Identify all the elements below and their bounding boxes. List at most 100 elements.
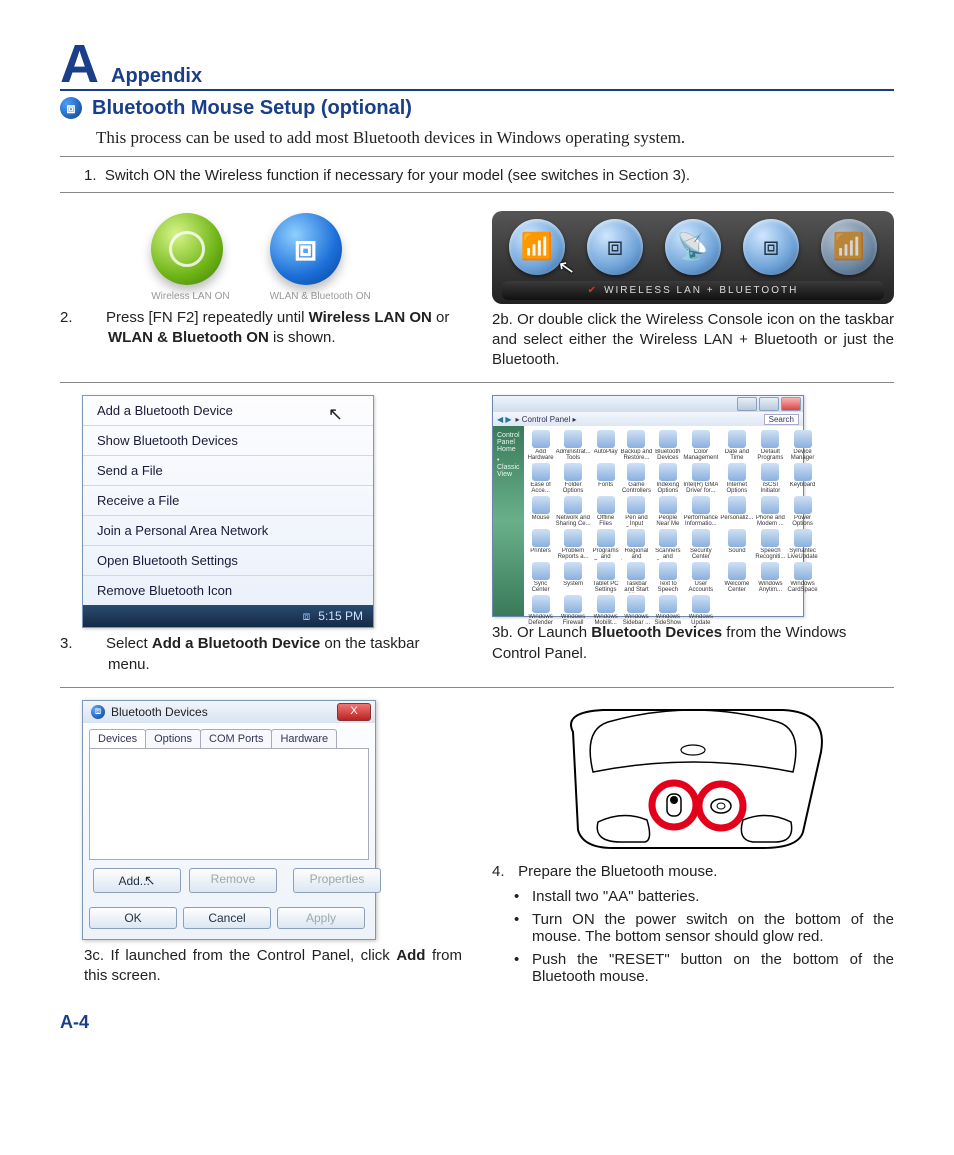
- cp-item[interactable]: Welcome Center: [720, 562, 753, 593]
- cp-item[interactable]: Administrat... Tools: [556, 430, 591, 461]
- cp-side-home[interactable]: Control Panel Home: [497, 432, 520, 453]
- wlan-bt-on-label: WLAN & Bluetooth ON: [270, 291, 371, 302]
- menu-item[interactable]: Remove Bluetooth Icon: [83, 575, 373, 605]
- cp-item[interactable]: Personaliz...: [720, 496, 753, 527]
- cp-item[interactable]: Taskbar and Start Menu: [621, 562, 653, 593]
- console-antenna-icon[interactable]: 📡: [665, 219, 721, 275]
- cp-item[interactable]: System: [556, 562, 591, 593]
- cp-item[interactable]: Windows CardSpace: [787, 562, 817, 593]
- console-wlan-bt-icon[interactable]: ⧈: [587, 219, 643, 275]
- header: A Appendix: [60, 40, 894, 91]
- ok-button[interactable]: OK: [89, 907, 177, 929]
- step-3c: 3c. If launched from the Control Panel, …: [84, 946, 462, 987]
- cp-item[interactable]: Device Manager: [787, 430, 817, 461]
- close-button[interactable]: X: [337, 703, 371, 721]
- cp-item[interactable]: Offline Files: [593, 496, 619, 527]
- console-wlan-icon[interactable]: 📶: [509, 219, 565, 275]
- step-3-num: 3.: [84, 634, 106, 654]
- cp-item[interactable]: AutoPlay: [593, 430, 619, 461]
- cancel-button[interactable]: Cancel: [183, 907, 271, 929]
- console-bt-icon[interactable]: ⧈: [743, 219, 799, 275]
- step-1-num: 1.: [84, 167, 97, 184]
- cp-item[interactable]: Windows Sidebar ...: [621, 595, 653, 626]
- cp-item[interactable]: Sound: [720, 529, 753, 560]
- menu-item[interactable]: Join a Personal Area Network: [83, 515, 373, 545]
- cp-item[interactable]: Speech Recogniti...: [755, 529, 785, 560]
- cp-breadcrumb[interactable]: ▸ Control Panel ▸: [516, 415, 577, 424]
- cp-item[interactable]: Printers: [528, 529, 554, 560]
- menu-item[interactable]: Show Bluetooth Devices: [83, 425, 373, 455]
- cp-item[interactable]: Bluetooth Devices: [654, 430, 681, 461]
- cp-item[interactable]: Game Controllers: [621, 463, 653, 494]
- step-4-num: 4.: [492, 862, 514, 882]
- cp-item[interactable]: Ease of Acce...: [528, 463, 554, 494]
- cp-item[interactable]: Windows SideShow: [654, 595, 681, 626]
- cp-item[interactable]: People Near Me: [654, 496, 681, 527]
- cp-item[interactable]: Color Management: [683, 430, 718, 461]
- bluetooth-devices-dialog: ⧈ Bluetooth Devices X DevicesOptionsCOM …: [82, 700, 376, 940]
- step-4-bullets: Install two "AA" batteries.Turn ON the p…: [514, 888, 894, 985]
- apply-button[interactable]: Apply: [277, 907, 365, 929]
- cp-item[interactable]: Phone and Modem ...: [755, 496, 785, 527]
- console-off-icon[interactable]: 📶: [821, 219, 877, 275]
- menu-item[interactable]: Send a File: [83, 455, 373, 485]
- step-2b: 2b. Or double click the Wireless Console…: [492, 310, 894, 371]
- step-2b-num: 2b.: [492, 311, 513, 328]
- menu-item[interactable]: Receive a File: [83, 485, 373, 515]
- remove-button[interactable]: Remove: [189, 868, 277, 893]
- cp-item[interactable]: Problem Reports a...: [556, 529, 591, 560]
- cp-item[interactable]: Mouse: [528, 496, 554, 527]
- cp-item[interactable]: Programs and Features: [593, 529, 619, 560]
- bluetooth-taskbar-menu: ↖ Add a Bluetooth DeviceShow Bluetooth D…: [82, 395, 374, 628]
- cp-search[interactable]: Search: [764, 414, 799, 425]
- cp-item[interactable]: Windows Update: [683, 595, 718, 626]
- cp-item[interactable]: Scanners and Cameras: [654, 529, 681, 560]
- dialog-tab[interactable]: Options: [145, 729, 201, 748]
- dialog-title: Bluetooth Devices: [111, 705, 208, 719]
- cp-item[interactable]: Add Hardware: [528, 430, 554, 461]
- cp-item[interactable]: Keyboard: [787, 463, 817, 494]
- cp-item[interactable]: Internet Options: [720, 463, 753, 494]
- menu-item[interactable]: Open Bluetooth Settings: [83, 545, 373, 575]
- min-button[interactable]: [737, 397, 757, 411]
- cp-item[interactable]: Performance Informatio...: [683, 496, 718, 527]
- cp-item[interactable]: Windows Anytim...: [755, 562, 785, 593]
- cp-item[interactable]: Folder Options: [556, 463, 591, 494]
- cp-item[interactable]: Windows Firewall: [556, 595, 591, 626]
- cp-item[interactable]: Default Programs: [755, 430, 785, 461]
- dialog-tab[interactable]: Devices: [89, 729, 146, 748]
- cp-item[interactable]: Sync Center: [528, 562, 554, 593]
- close-button[interactable]: [781, 397, 801, 411]
- cp-item[interactable]: Security Center: [683, 529, 718, 560]
- cp-item[interactable]: Pen and Input Devices: [621, 496, 653, 527]
- cp-side-classic[interactable]: • Classic View: [497, 457, 520, 478]
- tray-bt-icon[interactable]: ⧈: [303, 609, 311, 624]
- properties-button[interactable]: Properties: [293, 868, 381, 893]
- bullet-item: Turn ON the power switch on the bottom o…: [514, 911, 894, 945]
- cp-item[interactable]: Power Options: [787, 496, 817, 527]
- dialog-tab[interactable]: COM Ports: [200, 729, 272, 748]
- cp-item[interactable]: Windows Mobilit...: [593, 595, 619, 626]
- cp-item[interactable]: Date and Time: [720, 430, 753, 461]
- cp-item[interactable]: Windows Defender: [528, 595, 554, 626]
- cp-item[interactable]: Fonts: [593, 463, 619, 494]
- cp-item[interactable]: iSCSI Initiator: [755, 463, 785, 494]
- step-2: 2.Press [FN F2] repeatedly until Wireles…: [84, 308, 462, 349]
- cp-item[interactable]: Intel(R) GMA Driver for...: [683, 463, 718, 494]
- bluetooth-icon: ⧈: [91, 705, 105, 719]
- cp-item[interactable]: Indexing Options: [654, 463, 681, 494]
- cp-item[interactable]: User Accounts: [683, 562, 718, 593]
- cp-item[interactable]: Backup and Restore...: [621, 430, 653, 461]
- section-intro: This process can be used to add most Blu…: [96, 128, 894, 148]
- cp-item[interactable]: Tablet PC Settings: [593, 562, 619, 593]
- add-button[interactable]: Add...↖: [93, 868, 181, 893]
- cp-item[interactable]: Network and Sharing Ce...: [556, 496, 591, 527]
- cp-item[interactable]: Symantec LiveUpdate: [787, 529, 817, 560]
- console-label: ✔WIRELESS LAN + BLUETOOTH: [502, 281, 884, 300]
- cp-item[interactable]: Regional and Language...: [621, 529, 653, 560]
- cp-item[interactable]: Text to Speech: [654, 562, 681, 593]
- divider: [60, 192, 894, 193]
- wlan-on-icon: [151, 213, 223, 285]
- max-button[interactable]: [759, 397, 779, 411]
- dialog-tab[interactable]: Hardware: [271, 729, 337, 748]
